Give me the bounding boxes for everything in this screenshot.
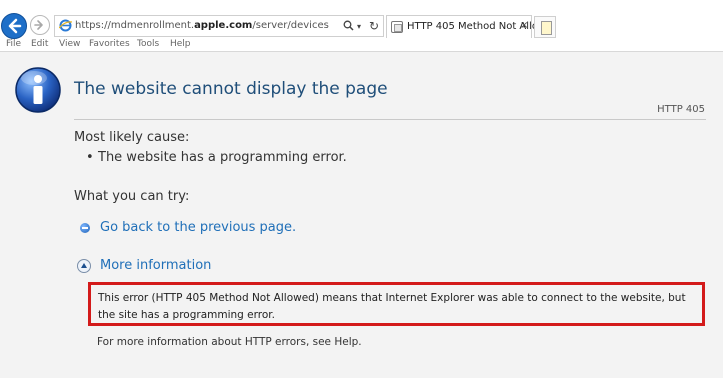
cause-heading: Most likely cause: [74,130,190,145]
go-back-link[interactable]: Go back to the previous page. [100,220,296,235]
menu-tools[interactable]: Tools [137,39,159,49]
menu-file[interactable]: File [6,39,21,49]
cause-item: The website has a programming error. [86,150,347,165]
error-details-box: This error (HTTP 405 Method Not Allowed)… [88,282,705,326]
info-icon [15,67,61,113]
ie-page-icon [59,19,72,32]
menu-bar: File Edit View Favorites Tools Help [0,37,723,52]
forward-arrow-icon [34,20,43,30]
new-tab-button[interactable] [534,16,556,38]
try-heading: What you can try: [74,189,190,204]
forward-button[interactable] [30,15,50,35]
browser-chrome: https://mdmenrollment.apple.com/server/d… [0,0,723,52]
address-dropdown-icon[interactable]: ▾ [357,22,361,31]
refresh-icon[interactable]: ↻ [369,19,379,33]
menu-view[interactable]: View [59,39,80,49]
tab-page-icon [391,21,403,33]
error-details-text: This error (HTTP 405 Method Not Allowed)… [98,292,686,321]
back-arrow-icon [8,18,22,34]
bullet-icon [80,223,90,233]
url-text: https://mdmenrollment.apple.com/server/d… [75,20,329,31]
divider [74,119,706,120]
menu-edit[interactable]: Edit [31,39,48,49]
close-tab-icon[interactable]: × [520,20,528,31]
menu-favorites[interactable]: Favorites [89,39,130,49]
http-status-code: HTTP 405 [657,104,705,115]
collapse-arrow-icon[interactable] [77,259,91,273]
page-title: The website cannot display the page [74,79,388,99]
address-bar[interactable]: https://mdmenrollment.apple.com/server/d… [54,15,384,37]
menu-help[interactable]: Help [170,39,191,49]
back-button[interactable] [1,13,27,39]
tab-active[interactable]: HTTP 405 Method Not Allo... × [386,15,547,38]
search-icon[interactable] [343,20,354,31]
help-text: For more information about HTTP errors, … [97,336,362,348]
more-information-link[interactable]: More information [100,258,211,273]
